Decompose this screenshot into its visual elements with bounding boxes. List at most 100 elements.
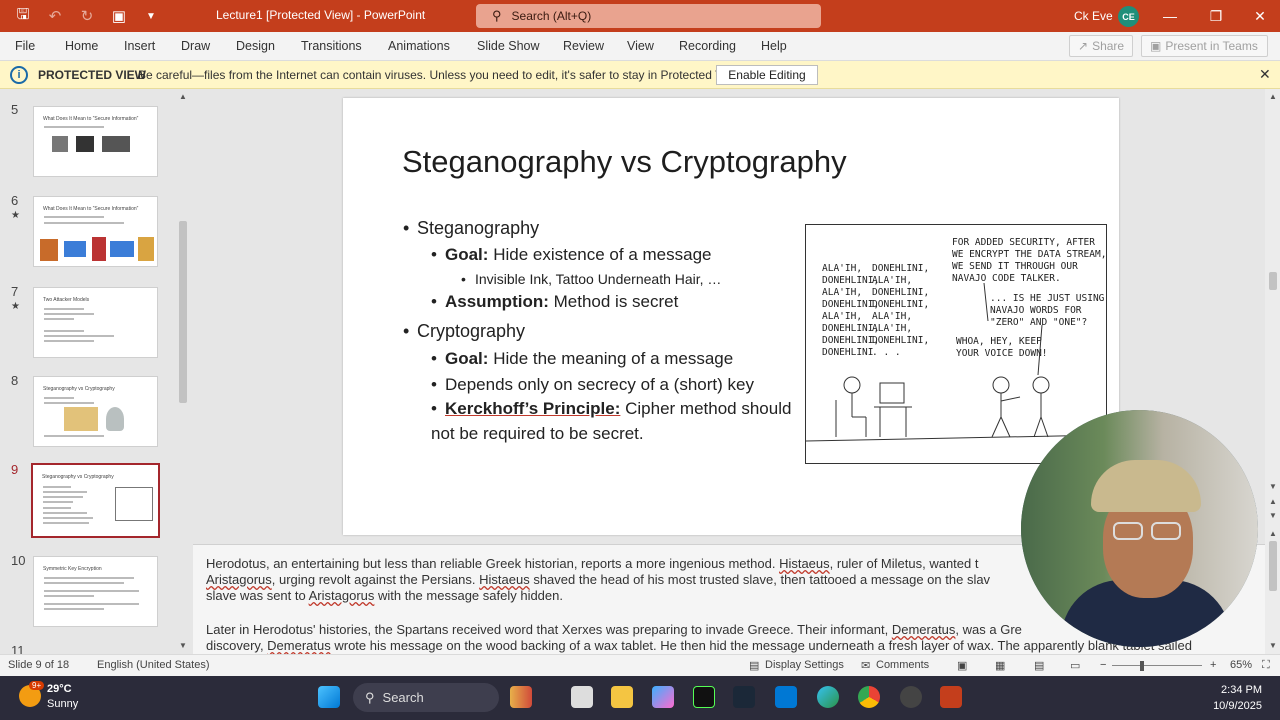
thumbnails-scrollbar[interactable]: ▲ ▼ — [176, 89, 190, 654]
zoom-out-icon[interactable]: − — [1100, 659, 1106, 671]
taskbar — [0, 676, 1280, 720]
tab-review[interactable]: Review — [563, 39, 604, 53]
zoom-level[interactable]: 65% — [1230, 659, 1252, 671]
notes-line: Aristagorus, urging revolt against the P… — [206, 572, 991, 587]
notification-badge: 9+ — [29, 681, 45, 690]
tab-help[interactable]: Help — [761, 39, 787, 53]
thumb-number: 8 — [11, 373, 19, 388]
clock-date[interactable]: 10/9/2025 — [1202, 700, 1262, 712]
tab-design[interactable]: Design — [236, 39, 275, 53]
reading-view-icon[interactable]: ▤ — [1034, 659, 1044, 672]
recording-app-icon[interactable] — [900, 686, 922, 708]
thumb-title: Symmetric Key Encryption — [43, 566, 102, 572]
slide-thumbnail-10[interactable]: Symmetric Key Encryption — [33, 556, 158, 627]
temperature[interactable]: 29°C — [47, 683, 72, 695]
previous-slide-icon[interactable]: ▲ — [1269, 497, 1277, 506]
chrome-icon[interactable] — [858, 686, 880, 708]
slide-show-icon[interactable]: ▭ — [1070, 659, 1080, 672]
game-app-icon[interactable] — [693, 686, 715, 708]
slide-thumbnails-pane[interactable]: 5 What Does It Mean to “Secure Informati… — [0, 89, 193, 654]
slide-thumbnail-9[interactable]: Steganography vs Cryptography — [31, 463, 160, 538]
slide-thumbnail-8[interactable]: Steganography vs Cryptography — [33, 376, 158, 447]
user-name[interactable]: Ck Eve — [1074, 9, 1113, 23]
present-from-beginning-icon[interactable]: ▣ — [106, 3, 132, 29]
undo-icon[interactable]: ↶ — [42, 3, 68, 29]
tab-transitions[interactable]: Transitions — [301, 39, 362, 53]
zoom-in-icon[interactable]: + — [1210, 659, 1216, 671]
slide-count: Slide 9 of 18 — [8, 659, 70, 671]
file-explorer-icon[interactable] — [611, 686, 633, 708]
weather-condition[interactable]: Sunny — [47, 698, 78, 710]
share-button[interactable]: ↗ Share — [1069, 35, 1133, 57]
bullet-cryptography: • Cryptography — [403, 321, 526, 341]
slide-title: Steganography vs Cryptography — [402, 144, 847, 179]
slide-thumbnail-6[interactable]: What Does It Mean to “Secure Information… — [33, 196, 158, 267]
enable-editing-button[interactable]: Enable Editing — [716, 65, 818, 85]
widgets-icon[interactable] — [510, 686, 532, 708]
display-settings-icon[interactable]: ▤ — [749, 659, 759, 672]
bullet-steg-assumption: • Assumption: Method is secret — [431, 292, 679, 311]
tab-draw[interactable]: Draw — [181, 39, 210, 53]
slide-thumbnail-5[interactable]: What Does It Mean to “Secure Information… — [33, 106, 158, 177]
present-in-teams-button[interactable]: ▣ Present in Teams — [1141, 35, 1268, 57]
task-view-icon[interactable] — [571, 686, 593, 708]
save-icon[interactable]: 🖫 — [10, 3, 36, 29]
search-icon: ⚲ — [365, 689, 375, 705]
comments-button[interactable]: Comments — [876, 659, 929, 671]
tab-home[interactable]: Home — [65, 39, 98, 53]
start-icon[interactable] — [318, 686, 340, 708]
bullet-crypto-goal: • Goal: Hide the meaning of a message — [431, 349, 734, 368]
thumb-number: 11 — [11, 643, 25, 654]
copilot-icon[interactable] — [652, 686, 674, 708]
scroll-down-icon[interactable]: ▼ — [179, 641, 187, 650]
taskbar-search[interactable]: ⚲ Search — [353, 683, 499, 712]
comments-icon[interactable]: ✉ — [861, 659, 870, 672]
edge-icon[interactable] — [817, 686, 839, 708]
bullet-steg-goal: • Goal: Hide existence of a message — [431, 245, 712, 264]
notes-scroll-up-icon[interactable]: ▲ — [1269, 529, 1277, 538]
powerpoint-icon[interactable] — [940, 686, 962, 708]
vscode-icon[interactable] — [775, 686, 797, 708]
scroll-down-icon[interactable]: ▼ — [1269, 482, 1277, 491]
tab-view[interactable]: View — [627, 39, 654, 53]
restore-icon[interactable]: ❐ — [1194, 0, 1238, 32]
slide-thumbnail-7[interactable]: Two Attacker Models — [33, 287, 158, 358]
thumb-title: What Does It Mean to “Secure Information… — [43, 206, 139, 212]
scroll-thumb[interactable] — [179, 221, 187, 403]
zoom-slider-thumb[interactable] — [1140, 661, 1144, 671]
clock-time[interactable]: 2:34 PM — [1208, 684, 1262, 696]
quick-access-toolbar: 🖫 ↶ ↻ ▣ ▼ — [0, 3, 164, 29]
search-box[interactable]: ⚲ Search (Alt+Q) — [476, 4, 821, 28]
scroll-up-icon[interactable]: ▲ — [1269, 92, 1277, 101]
close-icon[interactable]: ✕ — [1238, 0, 1280, 32]
minimize-icon[interactable]: — — [1148, 0, 1192, 32]
next-slide-icon[interactable]: ▼ — [1269, 511, 1277, 520]
animation-star-icon: ★ — [11, 301, 20, 312]
thumb-number: 5 — [11, 102, 19, 117]
language-indicator[interactable]: English (United States) — [97, 659, 210, 671]
customize-toolbar-icon[interactable]: ▼ — [138, 3, 164, 29]
scroll-up-icon[interactable]: ▲ — [179, 92, 187, 101]
tab-insert[interactable]: Insert — [124, 39, 155, 53]
tab-slide-show[interactable]: Slide Show — [477, 39, 540, 53]
tab-animations[interactable]: Animations — [388, 39, 450, 53]
present-in-teams-label: Present in Teams — [1165, 39, 1258, 53]
close-icon[interactable]: ✕ — [1259, 66, 1271, 83]
scroll-thumb[interactable] — [1269, 272, 1277, 290]
tab-recording[interactable]: Recording — [679, 39, 736, 53]
normal-view-icon[interactable]: ▣ — [957, 659, 967, 672]
bullet-steg-example: • Invisible Ink, Tattoo Underneath Hair, … — [461, 271, 722, 287]
document-title: Lecture1 [Protected View] - PowerPoint — [216, 8, 426, 22]
notes-scroll-down-icon[interactable]: ▼ — [1269, 641, 1277, 650]
avatar[interactable]: CE — [1118, 6, 1139, 27]
slide-scrollbar[interactable]: ▲ ▼ ▲ ▼ ▲ ▼ — [1265, 89, 1280, 654]
display-settings-button[interactable]: Display Settings — [765, 659, 844, 671]
slide-sorter-icon[interactable]: ▦ — [995, 659, 1005, 672]
notes-scroll-thumb[interactable] — [1269, 541, 1277, 591]
tab-file[interactable]: File — [15, 39, 35, 53]
fit-to-window-icon[interactable]: ⛶ — [1262, 659, 1270, 672]
steam-icon[interactable] — [733, 686, 755, 708]
zoom-slider[interactable] — [1112, 665, 1202, 666]
current-slide[interactable]: Steganography vs Cryptography • Steganogr… — [343, 98, 1119, 535]
redo-icon[interactable]: ↻ — [74, 3, 100, 29]
